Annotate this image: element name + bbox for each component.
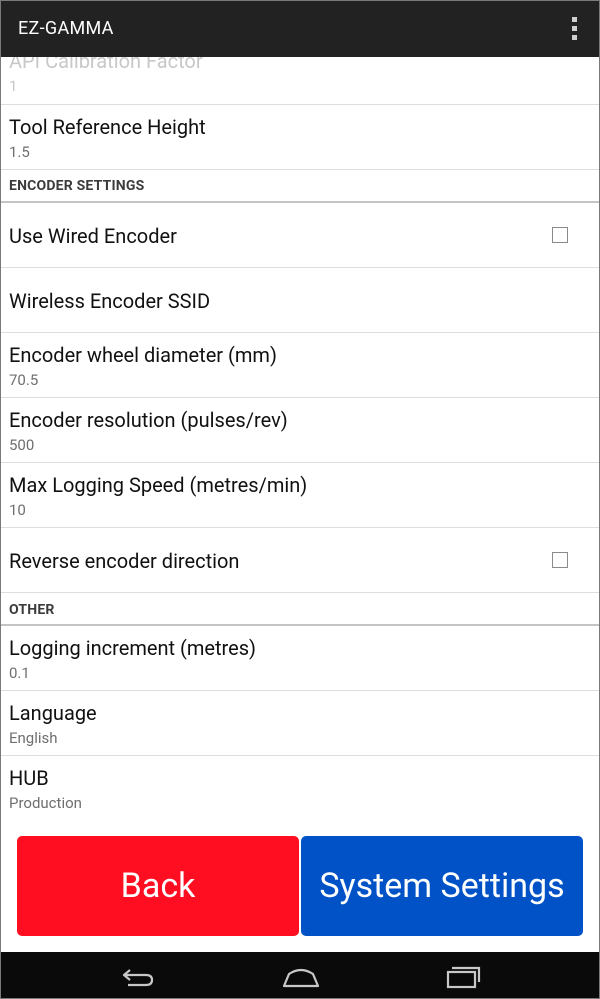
pref-title: Tool Reference Height xyxy=(9,115,206,139)
nav-back-glyph xyxy=(122,969,154,987)
pref-language[interactable]: Language English xyxy=(1,691,599,756)
pref-use-wired-encoder[interactable]: Use Wired Encoder xyxy=(1,203,599,268)
pref-title: HUB xyxy=(9,766,49,790)
nav-home-icon[interactable] xyxy=(281,961,321,991)
pref-title: API Calibration Factor xyxy=(9,57,203,73)
preferences-list[interactable]: API Calibration Factor 1 Tool Reference … xyxy=(1,57,599,832)
pref-title: Max Logging Speed (metres/min) xyxy=(9,473,308,497)
category-encoder-settings: ENCODER SETTINGS xyxy=(1,170,599,203)
use-wired-encoder-checkbox[interactable] xyxy=(552,227,568,243)
pref-summary: 0.1 xyxy=(9,664,30,682)
pref-title: Use Wired Encoder xyxy=(9,224,177,248)
category-label: OTHER xyxy=(9,602,55,618)
pref-title: Logging increment (metres) xyxy=(9,636,257,660)
app-title: EZ-GAMMA xyxy=(18,18,114,39)
pref-api-calibration-factor[interactable]: API Calibration Factor 1 xyxy=(1,57,599,105)
pref-summary: 1 xyxy=(9,77,18,95)
app-window: EZ-GAMMA API Calibration Factor 1 Tool R… xyxy=(0,0,600,999)
pref-title: Encoder resolution (pulses/rev) xyxy=(9,408,288,432)
overflow-dot xyxy=(572,26,577,31)
category-other: OTHER xyxy=(1,593,599,626)
pref-hub[interactable]: HUB Production xyxy=(1,756,599,821)
pref-encoder-wheel-diameter[interactable]: Encoder wheel diameter (mm) 70.5 xyxy=(1,333,599,398)
overflow-menu-icon[interactable] xyxy=(569,17,579,41)
pref-summary: 500 xyxy=(9,436,35,454)
pref-summary: 10 xyxy=(9,501,26,519)
overflow-dot xyxy=(572,35,577,40)
pref-summary: English xyxy=(9,729,58,747)
pref-wireless-encoder-ssid[interactable]: Wireless Encoder SSID xyxy=(1,268,599,333)
category-label: ENCODER SETTINGS xyxy=(9,178,145,194)
nav-home-glyph xyxy=(282,968,320,988)
pref-reverse-encoder-direction[interactable]: Reverse encoder direction xyxy=(1,528,599,593)
back-button[interactable]: Back xyxy=(17,836,299,936)
pref-title: Encoder wheel diameter (mm) xyxy=(9,343,277,367)
pref-max-logging-speed[interactable]: Max Logging Speed (metres/min) 10 xyxy=(1,463,599,528)
pref-tool-reference-height[interactable]: Tool Reference Height 1.5 xyxy=(1,105,599,170)
action-bar: EZ-GAMMA xyxy=(1,1,599,57)
pref-summary: 1.5 xyxy=(9,143,30,161)
nav-recents-icon[interactable] xyxy=(444,961,484,991)
reverse-encoder-direction-checkbox[interactable] xyxy=(552,552,568,568)
pref-encoder-resolution[interactable]: Encoder resolution (pulses/rev) 500 xyxy=(1,398,599,463)
pref-logging-increment[interactable]: Logging increment (metres) 0.1 xyxy=(1,626,599,691)
navigation-bar xyxy=(1,952,599,998)
pref-title: Language xyxy=(9,701,97,725)
pref-title: Reverse encoder direction xyxy=(9,549,240,573)
pref-summary: Production xyxy=(9,794,82,812)
nav-back-icon[interactable] xyxy=(118,961,158,991)
nav-recents-glyph xyxy=(446,966,481,989)
overflow-dot xyxy=(572,17,577,22)
system-settings-button[interactable]: System Settings xyxy=(301,836,583,936)
pref-summary: 70.5 xyxy=(9,371,39,389)
pref-title: Wireless Encoder SSID xyxy=(9,289,211,313)
